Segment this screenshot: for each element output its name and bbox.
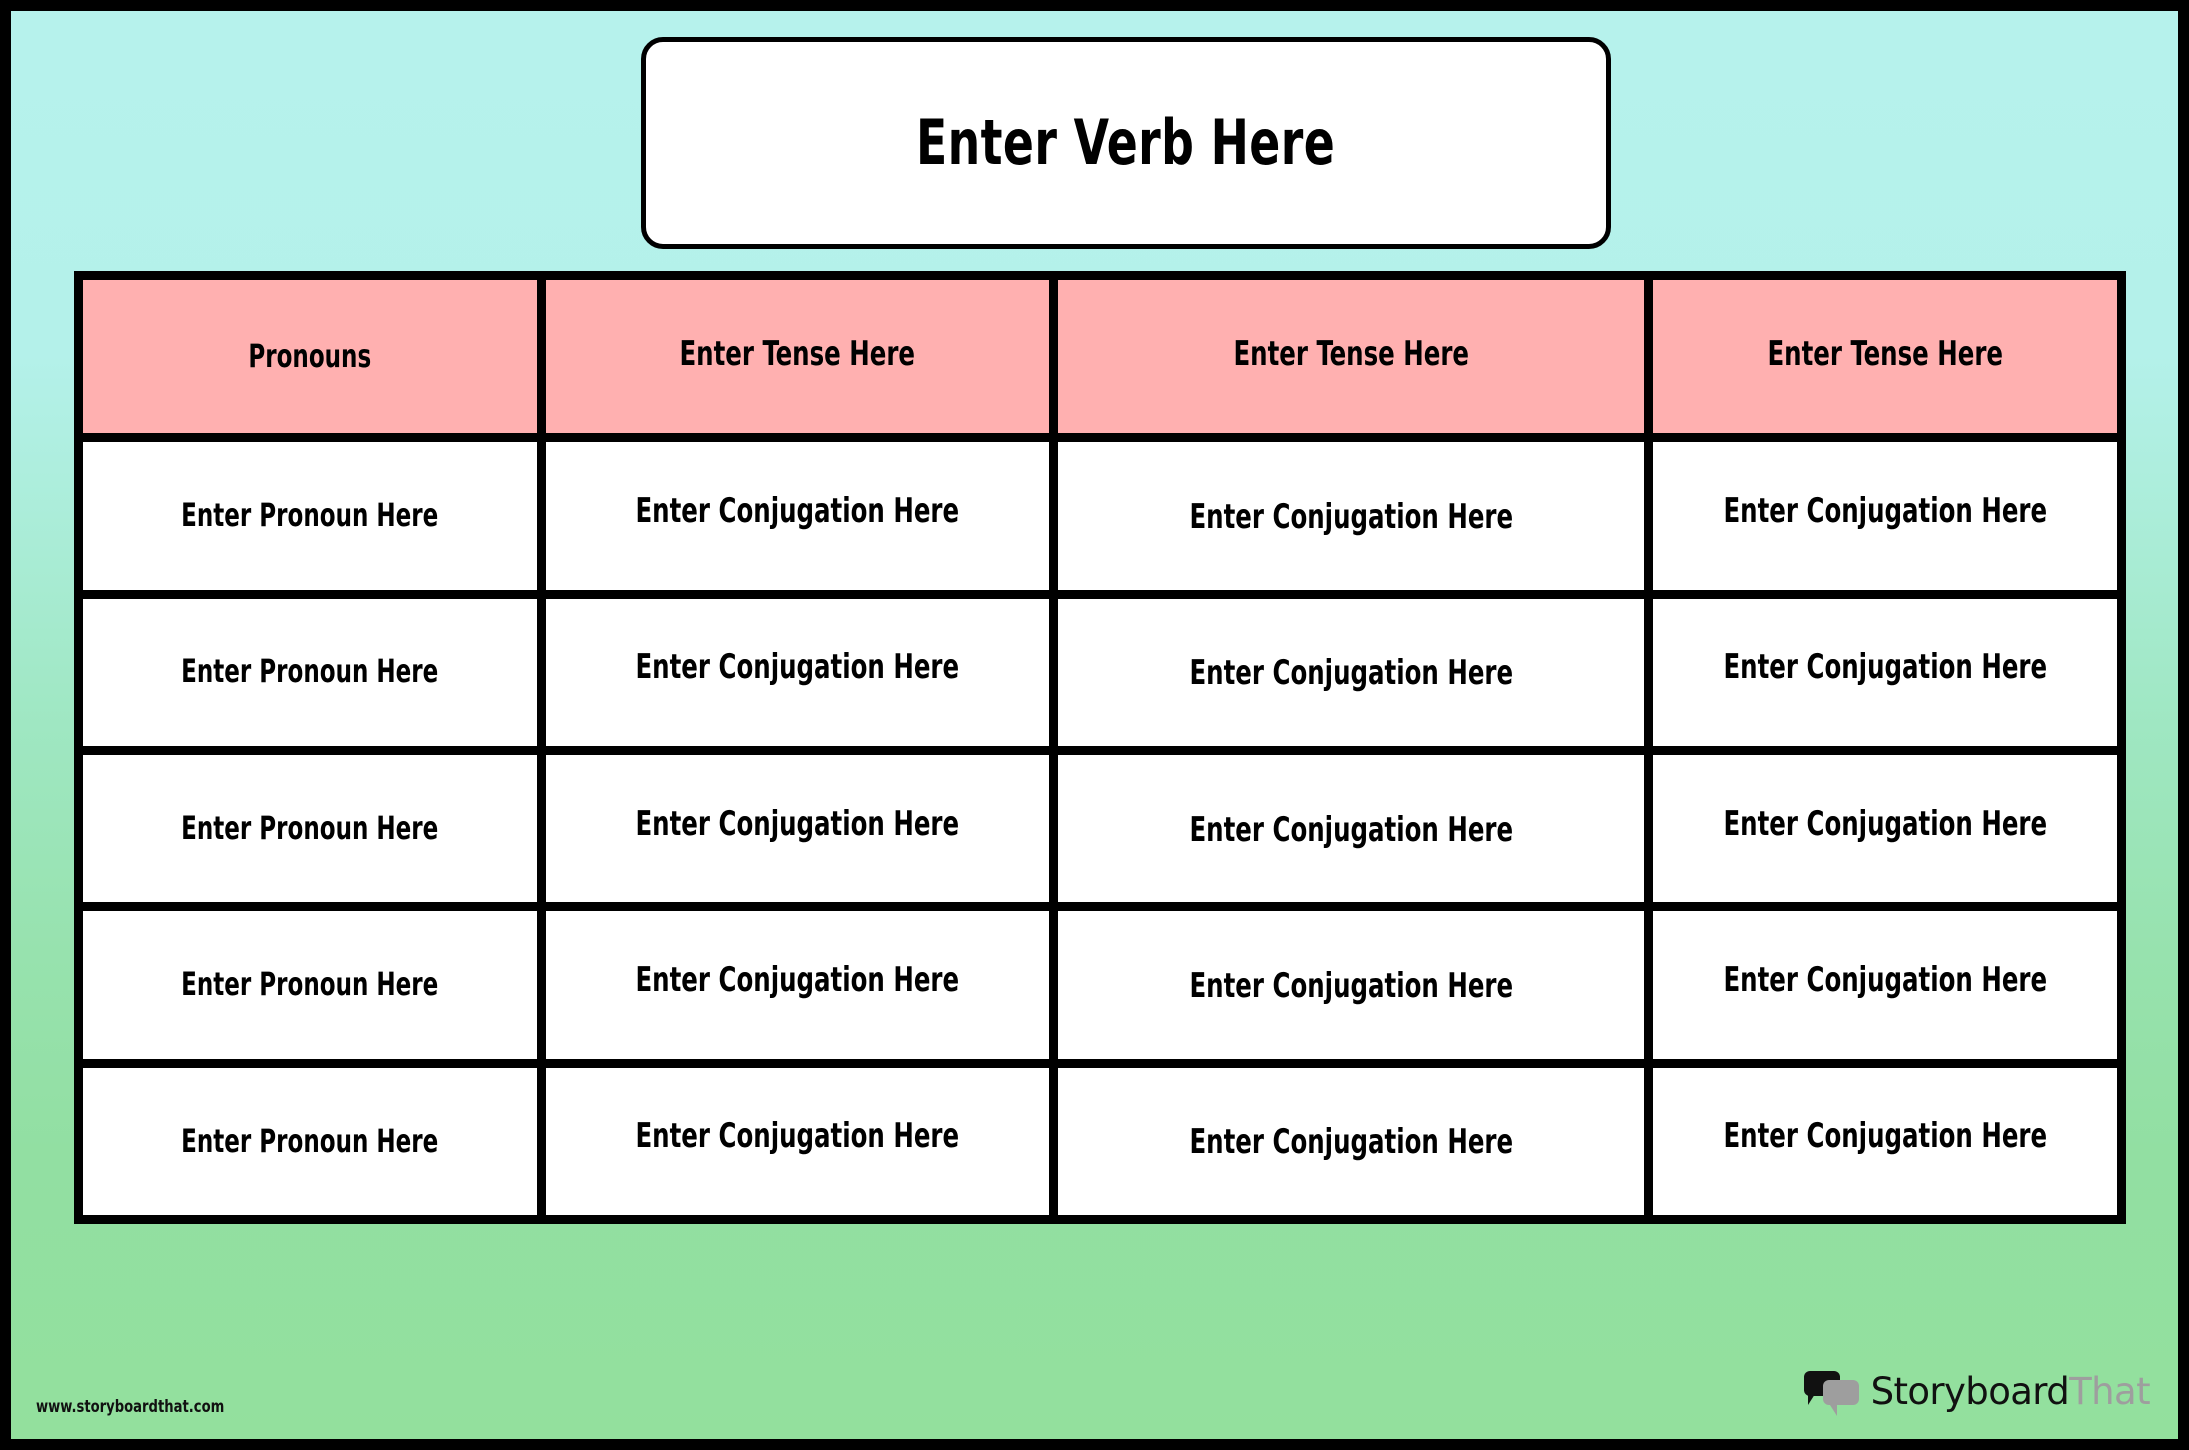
header-cell-tense-3[interactable]: Enter Tense Here bbox=[1653, 280, 2117, 434]
table-row: Enter Pronoun Here Enter Conjugation Her… bbox=[83, 911, 2117, 1059]
worksheet-canvas: Enter Verb Here Pronouns Enter Tense Her… bbox=[11, 11, 2178, 1439]
brand-wordmark: StoryboardThat bbox=[1870, 1369, 2151, 1413]
cell-label: Enter Conjugation Here bbox=[635, 647, 960, 688]
speech-bubbles-icon bbox=[1803, 1371, 1860, 1416]
verb-prompt-box[interactable]: Enter Verb Here bbox=[641, 37, 1611, 249]
table-row: Enter Pronoun Here Enter Conjugation Her… bbox=[83, 598, 2117, 746]
header-cell-tense-1[interactable]: Enter Tense Here bbox=[546, 280, 1049, 434]
verb-prompt-bubble[interactable]: Enter Verb Here bbox=[617, 37, 1611, 259]
header-cell-pronouns[interactable]: Pronouns bbox=[83, 280, 537, 434]
cell-label: Enter Pronoun Here bbox=[181, 496, 439, 535]
table-row: Enter Pronoun Here Enter Conjugation Her… bbox=[83, 442, 2117, 590]
header-label: Pronouns bbox=[248, 336, 372, 375]
conjugation-cell[interactable]: Enter Conjugation Here bbox=[1058, 1067, 1644, 1215]
pronoun-cell[interactable]: Enter Pronoun Here bbox=[83, 1067, 537, 1215]
storyboardthat-logo[interactable]: StoryboardThat bbox=[1803, 1367, 2151, 1416]
conjugation-table: Pronouns Enter Tense Here Enter Tense He… bbox=[74, 271, 2126, 1224]
cell-label: Enter Conjugation Here bbox=[635, 1116, 960, 1157]
header-label: Enter Tense Here bbox=[1233, 333, 1469, 374]
cell-label: Enter Conjugation Here bbox=[1723, 491, 2047, 532]
cell-label: Enter Conjugation Here bbox=[1723, 1116, 2047, 1157]
cell-label: Enter Pronoun Here bbox=[181, 808, 439, 847]
verb-prompt-text: Enter Verb Here bbox=[916, 106, 1336, 179]
conjugation-cell[interactable]: Enter Conjugation Here bbox=[1653, 598, 2117, 746]
site-url[interactable]: www.storyboardthat.com bbox=[36, 1397, 224, 1417]
conjugation-cell[interactable]: Enter Conjugation Here bbox=[546, 911, 1049, 1059]
cell-label: Enter Pronoun Here bbox=[181, 965, 439, 1004]
cell-label: Enter Conjugation Here bbox=[635, 491, 960, 532]
header-label: Enter Tense Here bbox=[1767, 333, 2003, 374]
cell-label: Enter Conjugation Here bbox=[1723, 960, 2047, 1001]
cell-label: Enter Conjugation Here bbox=[1189, 966, 1513, 1007]
cell-label: Enter Conjugation Here bbox=[1723, 647, 2047, 688]
header-cell-tense-2[interactable]: Enter Tense Here bbox=[1058, 280, 1644, 434]
worksheet-poster: Enter Verb Here Pronouns Enter Tense Her… bbox=[0, 0, 2189, 1450]
brand-name-primary: Storyboard bbox=[1870, 1369, 2070, 1413]
cell-label: Enter Pronoun Here bbox=[181, 652, 439, 691]
cell-label: Enter Conjugation Here bbox=[635, 960, 960, 1001]
header-label: Enter Tense Here bbox=[679, 333, 916, 374]
conjugation-cell[interactable]: Enter Conjugation Here bbox=[1058, 754, 1644, 903]
cell-label: Enter Conjugation Here bbox=[1723, 803, 2047, 844]
pronoun-cell[interactable]: Enter Pronoun Here bbox=[83, 754, 537, 903]
conjugation-cell[interactable]: Enter Conjugation Here bbox=[546, 754, 1049, 903]
pronoun-cell[interactable]: Enter Pronoun Here bbox=[83, 442, 537, 590]
conjugation-cell[interactable]: Enter Conjugation Here bbox=[1653, 911, 2117, 1059]
cell-label: Enter Conjugation Here bbox=[635, 803, 960, 844]
conjugation-cell[interactable]: Enter Conjugation Here bbox=[1058, 911, 1644, 1059]
brand-name-secondary: That bbox=[2069, 1369, 2150, 1413]
pronoun-cell[interactable]: Enter Pronoun Here bbox=[83, 598, 537, 746]
cell-label: Enter Conjugation Here bbox=[1189, 1122, 1513, 1163]
conjugation-cell[interactable]: Enter Conjugation Here bbox=[1653, 1067, 2117, 1215]
conjugation-cell[interactable]: Enter Conjugation Here bbox=[546, 598, 1049, 746]
conjugation-cell[interactable]: Enter Conjugation Here bbox=[1058, 442, 1644, 590]
conjugation-cell[interactable]: Enter Conjugation Here bbox=[546, 1067, 1049, 1215]
cell-label: Enter Conjugation Here bbox=[1189, 497, 1513, 538]
conjugation-cell[interactable]: Enter Conjugation Here bbox=[1653, 754, 2117, 903]
pronoun-cell[interactable]: Enter Pronoun Here bbox=[83, 911, 537, 1059]
table-row: Enter Pronoun Here Enter Conjugation Her… bbox=[83, 1067, 2117, 1215]
table-row: Enter Pronoun Here Enter Conjugation Her… bbox=[83, 754, 2117, 903]
conjugation-cell[interactable]: Enter Conjugation Here bbox=[1058, 598, 1644, 746]
cell-label: Enter Conjugation Here bbox=[1189, 809, 1513, 850]
cell-label: Enter Pronoun Here bbox=[181, 1121, 439, 1160]
conjugation-cell[interactable]: Enter Conjugation Here bbox=[546, 442, 1049, 590]
table-header-row: Pronouns Enter Tense Here Enter Tense He… bbox=[83, 280, 2117, 434]
conjugation-cell[interactable]: Enter Conjugation Here bbox=[1653, 442, 2117, 590]
cell-label: Enter Conjugation Here bbox=[1189, 653, 1513, 694]
